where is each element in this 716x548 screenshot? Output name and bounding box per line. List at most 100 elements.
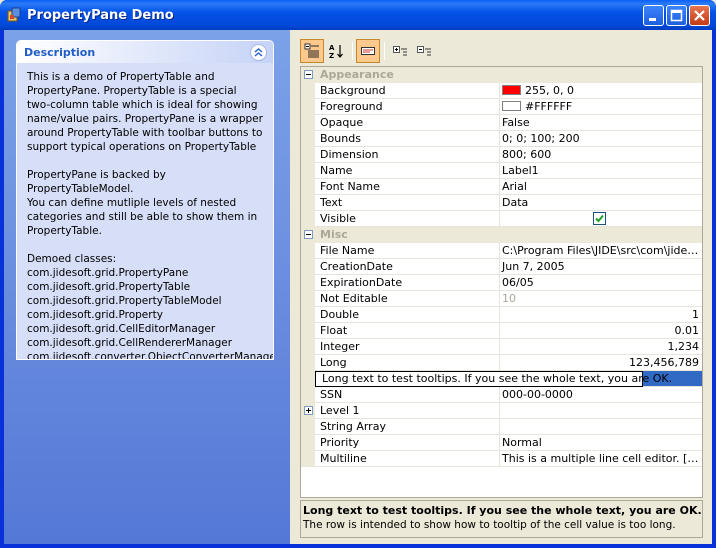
category-row-appearance[interactable]: Appearance [301,67,702,83]
description-header[interactable]: Description [17,41,273,63]
property-row[interactable]: Double 1 [301,307,702,323]
property-value[interactable]: Arial [500,179,702,195]
show-description-icon [361,47,375,55]
property-value[interactable]: 1 [500,307,702,323]
property-value[interactable]: #FFFFFF [500,99,702,115]
value-text: 255, 0, 0 [525,84,574,97]
property-name: Dimension [315,147,500,163]
minimize-button[interactable] [643,5,664,26]
property-row[interactable]: String Array [301,419,702,435]
collapse-button[interactable] [250,44,267,61]
row-gutter [301,243,315,259]
row-gutter [301,451,315,467]
sort-alphabetical-icon: A Z [329,44,343,59]
window-title: PropertyPane Demo [27,8,174,23]
color-swatch [502,101,521,111]
property-name: Long [315,355,500,371]
categorized-view-icon [304,43,319,58]
property-row[interactable]: Level 1 [301,403,702,419]
row-gutter [301,211,315,227]
property-row[interactable]: Not Editable 10 [301,291,702,307]
category-label: Misc [320,228,348,241]
property-value[interactable] [500,211,702,227]
property-name: Font Name [315,179,500,195]
property-row[interactable]: File Name C:\Program Files\JIDE\src\com\… [301,243,702,259]
expand-all-button[interactable] [388,39,412,63]
client-area: Description This is a demo of PropertyTa… [4,30,712,544]
color-swatch [502,85,521,95]
property-value[interactable] [500,403,702,419]
property-row[interactable]: Long 123,456,789 [301,355,702,371]
property-value[interactable]: 0; 0; 100; 200 [500,131,702,147]
maximize-button[interactable] [666,5,687,26]
property-row[interactable]: Name Label1 [301,163,702,179]
property-row[interactable]: ExpirationDate 06/05 [301,275,702,291]
collapse-all-button[interactable] [412,39,436,63]
property-name: Not Editable [315,291,500,307]
property-value[interactable]: 800; 600 [500,147,702,163]
property-row[interactable]: Font Name Arial [301,179,702,195]
property-name: Double [315,307,500,323]
property-value[interactable]: C:\Program Files\JIDE\src\com\jidesoft\.… [500,243,702,259]
row-gutter [301,387,315,403]
property-name: Multiline [315,451,500,467]
property-row[interactable]: Float 0.01 [301,323,702,339]
property-row[interactable]: CreationDate Jun 7, 2005 [301,259,702,275]
property-description-panel: Long text to test tooltips. If you see t… [300,500,703,538]
row-gutter [301,99,315,115]
property-value[interactable]: 123,456,789 [500,355,702,371]
property-row[interactable]: Dimension 800; 600 [301,147,702,163]
collapse-icon[interactable] [304,230,313,239]
property-row[interactable]: Multiline This is a multiple line cell e… [301,451,702,467]
property-value[interactable]: Normal [500,435,702,451]
property-value[interactable]: This is a multiple line cell editor. [..… [500,451,702,467]
property-value[interactable]: 1,234 [500,339,702,355]
property-row[interactable]: Visible [301,211,702,227]
show-description-button[interactable] [356,39,380,63]
property-row[interactable]: Bounds 0; 0; 100; 200 [301,131,702,147]
property-row[interactable]: Text Data [301,195,702,211]
row-gutter [301,83,315,99]
category-row-misc[interactable]: Misc [301,227,702,243]
property-value[interactable]: Label1 [500,163,702,179]
property-value[interactable]: Data [500,195,702,211]
property-value[interactable]: False [500,115,702,131]
description-title: Description [24,46,96,59]
row-gutter [301,339,315,355]
row-gutter [301,419,315,435]
property-name: Level 1 [315,403,500,419]
visible-checkbox[interactable] [593,212,606,225]
task-pane: Description This is a demo of PropertyTa… [4,30,290,544]
expand-icon[interactable] [304,406,313,415]
property-value[interactable]: 255, 0, 0 [500,83,702,99]
row-gutter [301,307,315,323]
property-row[interactable]: Priority Normal [301,435,702,451]
app-icon [7,7,21,22]
sort-alphabetical-button[interactable]: A Z [324,39,348,63]
row-gutter [301,147,315,163]
property-table[interactable]: Appearance Background 255, 0, 0 Foregrou… [300,66,703,498]
property-value[interactable]: 0.01 [500,323,702,339]
categorized-view-button[interactable] [300,39,324,63]
row-gutter [301,163,315,179]
property-row[interactable]: Opaque False [301,115,702,131]
property-value[interactable]: 000-00-0000 [500,387,702,403]
row-gutter [301,435,315,451]
property-value[interactable] [500,419,702,435]
row-gutter [301,115,315,131]
property-row[interactable]: Integer 1,234 [301,339,702,355]
svg-text:A: A [329,44,335,52]
title-bar[interactable]: PropertyPane Demo [0,0,716,30]
collapse-icon[interactable] [304,70,313,79]
property-row-selected[interactable]: Long text to test tooltips. If you see t… [301,371,702,387]
property-value[interactable]: 06/05 [500,275,702,291]
row-gutter [301,403,315,419]
property-row[interactable]: Background 255, 0, 0 [301,83,702,99]
property-value[interactable]: Jun 7, 2005 [500,259,702,275]
property-name: CreationDate [315,259,500,275]
close-button[interactable] [689,5,710,26]
property-row[interactable]: Foreground #FFFFFF [301,99,702,115]
property-row[interactable]: SSN 000-00-0000 [301,387,702,403]
row-gutter [301,371,315,387]
row-gutter [301,355,315,371]
